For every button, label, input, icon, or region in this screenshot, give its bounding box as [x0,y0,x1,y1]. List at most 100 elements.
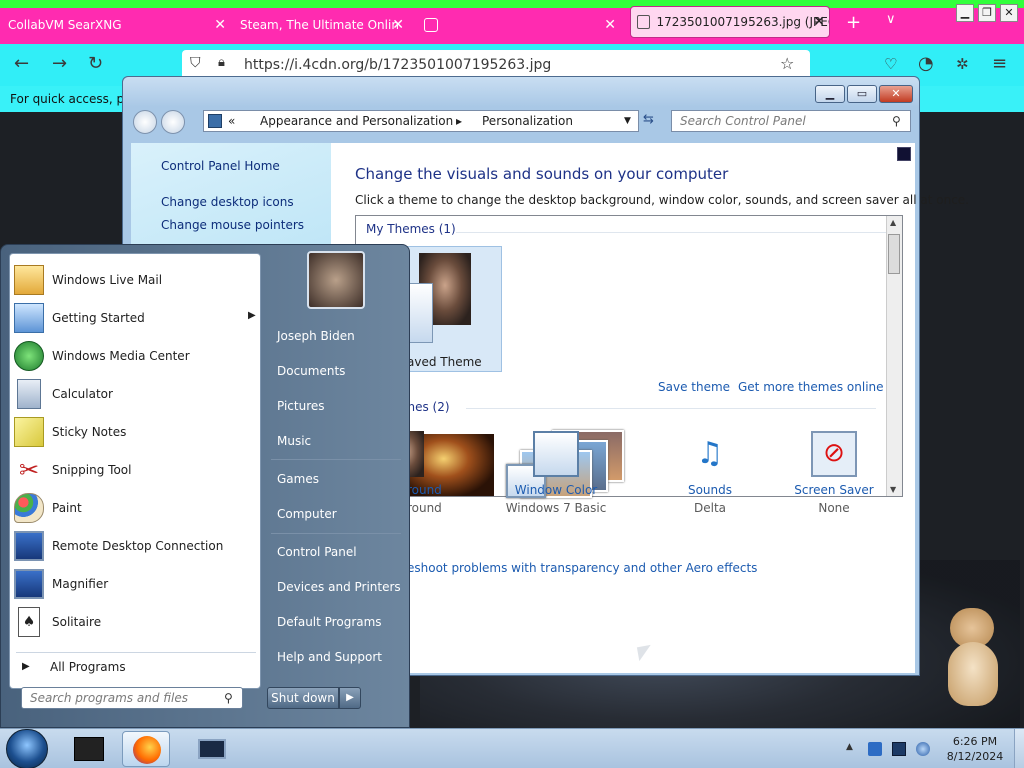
all-programs-label: All Programs [50,660,126,674]
scroll-down-icon[interactable]: ▼ [890,485,896,494]
program-snipping-tool[interactable]: ✂ Snipping Tool [14,452,258,488]
start-menu: Windows Live Mail Getting Started ▶ Wind… [0,244,410,728]
program-windows-live-mail[interactable]: Windows Live Mail [14,262,258,298]
user-avatar[interactable] [307,251,365,309]
shield-icon[interactable]: ⛉ [190,55,201,71]
action-center-icon[interactable] [868,742,882,756]
cp-back-button[interactable] [133,110,157,134]
show-hidden-icons-icon[interactable]: ▲ [846,742,853,752]
breadcrumb-parent[interactable]: Appearance and Personalization [260,114,453,128]
sounds-setting[interactable]: ♫ Sounds Delta [655,431,765,515]
bookmark-star-icon[interactable]: ☆ [780,54,794,73]
breadcrumb-separator: « [228,114,236,128]
start-link-devices-printers[interactable]: Devices and Printers [277,580,401,594]
cp-forward-button[interactable] [161,110,185,134]
reload-icon[interactable]: ↻ [88,53,103,74]
sounds-title: Sounds [687,483,733,497]
forward-icon[interactable]: → [52,53,67,74]
minimize-button[interactable]: ▁ [956,4,974,22]
start-button[interactable] [6,729,48,768]
shutdown-options-button[interactable]: ▶ [339,687,361,709]
program-windows-media-center[interactable]: Windows Media Center [14,338,258,374]
program-magnifier[interactable]: Magnifier [14,566,258,602]
start-link-games[interactable]: Games [277,472,319,486]
cp-minimize-button[interactable]: ▁ [815,85,845,103]
chevron-right-icon: ▶ [22,661,30,672]
sticky-notes-icon [14,417,44,447]
volume-icon[interactable] [916,742,930,756]
sidebar-item-home[interactable]: Control Panel Home [161,159,280,173]
chevron-down-icon[interactable]: ▼ [624,116,631,126]
pocket-icon[interactable]: ♡ [884,55,897,73]
breadcrumb-current[interactable]: Personalization [482,114,573,128]
start-link-music[interactable]: Music [277,434,311,448]
new-tab-button[interactable]: + [846,12,861,33]
start-search-input[interactable]: Search programs and files ⚲ [21,687,243,709]
help-icon[interactable] [897,147,911,161]
tab-steam[interactable]: Steam, The Ultimate Onlin ✕ [240,10,408,40]
extensions-icon[interactable]: ✲ [956,55,969,73]
search-icon[interactable]: ⚲ [892,114,901,128]
start-link-user[interactable]: Joseph Biden [277,329,355,343]
sync-icon[interactable]: ◔ [918,53,934,74]
hamster-gadget[interactable] [944,608,1002,708]
program-getting-started[interactable]: Getting Started [14,300,258,336]
taskbar-firefox-button[interactable] [122,731,170,767]
close-button[interactable]: ✕ [1000,4,1018,22]
scroll-thumb[interactable] [888,234,900,274]
start-link-help-support[interactable]: Help and Support [277,650,382,664]
start-link-documents[interactable]: Documents [277,364,345,378]
back-icon[interactable]: ← [14,53,29,74]
taskbar-explorer-button[interactable] [66,731,114,767]
save-theme-link[interactable]: Save theme [658,380,730,394]
sidebar-item-mouse-pointers[interactable]: Change mouse pointers [161,218,304,232]
chevron-right-icon[interactable]: ▸ [456,114,462,128]
cp-main-panel: Change the visuals and sounds on your co… [331,143,969,673]
program-calculator[interactable]: Calculator [14,376,258,412]
window-color-icon [533,431,579,477]
program-sticky-notes[interactable]: Sticky Notes [14,414,258,450]
list-tabs-button[interactable]: ∨ [886,12,896,27]
tab-collabvm-searxng[interactable]: CollabVM SearXNG ✕ [8,10,230,40]
address-bar[interactable]: « Appearance and Personalization ▸ Perso… [203,110,639,132]
search-icon[interactable]: ⚲ [224,691,233,705]
tab-active-image[interactable]: 1723501007195263.jpg (JPEG ✕ [630,6,830,38]
url-text[interactable]: https://i.4cdn.org/b/1723501007195263.jp… [244,57,551,73]
close-icon[interactable]: ✕ [392,17,404,33]
taskbar-clock[interactable]: 6:26 PM 8/12/2024 [940,734,1010,764]
close-icon[interactable]: ✕ [813,14,825,30]
show-desktop-button[interactable] [1014,729,1024,768]
all-programs-button[interactable]: ▶ All Programs [18,658,256,680]
menu-icon[interactable]: ≡ [992,53,1007,74]
cp-search-input[interactable]: Search Control Panel ⚲ [671,110,911,132]
close-icon[interactable]: ✕ [604,17,616,33]
cp-maximize-button[interactable]: ▭ [847,85,877,103]
program-solitaire[interactable]: ♠ Solitaire [14,604,258,640]
cp-close-button[interactable]: ✕ [879,85,913,103]
troubleshoot-link[interactable]: eshoot problems with transparency and ot… [407,561,757,575]
get-more-themes-link[interactable]: Get more themes online [738,380,884,394]
tab-label: 1723501007195263.jpg (JPEG [656,15,829,29]
taskbar-control-panel-button[interactable] [188,731,236,767]
window-color-setting[interactable]: Window Color Windows 7 Basic [501,431,611,515]
start-link-control-panel[interactable]: Control Panel [277,545,357,559]
screen-saver-setting[interactable]: ⊘ Screen Saver None [779,431,889,515]
lock-icon[interactable]: 🔒︎ [218,55,225,70]
program-paint[interactable]: Paint [14,490,258,526]
refresh-icon[interactable]: ⇆ [643,112,654,127]
network-icon[interactable] [892,742,906,756]
restore-button[interactable]: ❐ [978,4,996,22]
program-remote-desktop[interactable]: Remote Desktop Connection [14,528,258,564]
start-link-pictures[interactable]: Pictures [277,399,325,413]
firefox-icon [133,736,161,764]
submenu-arrow-icon[interactable]: ▶ [248,310,256,321]
start-link-default-programs[interactable]: Default Programs [277,615,382,629]
tab-third[interactable]: ✕ [424,10,620,40]
scroll-up-icon[interactable]: ▲ [890,218,896,227]
sidebar-item-desktop-icons[interactable]: Change desktop icons [161,195,294,209]
start-link-computer[interactable]: Computer [277,507,337,521]
shutdown-button[interactable]: Shut down [267,687,339,709]
image-icon [637,15,651,29]
close-icon[interactable]: ✕ [214,17,226,33]
window-titlebar[interactable] [123,77,919,107]
